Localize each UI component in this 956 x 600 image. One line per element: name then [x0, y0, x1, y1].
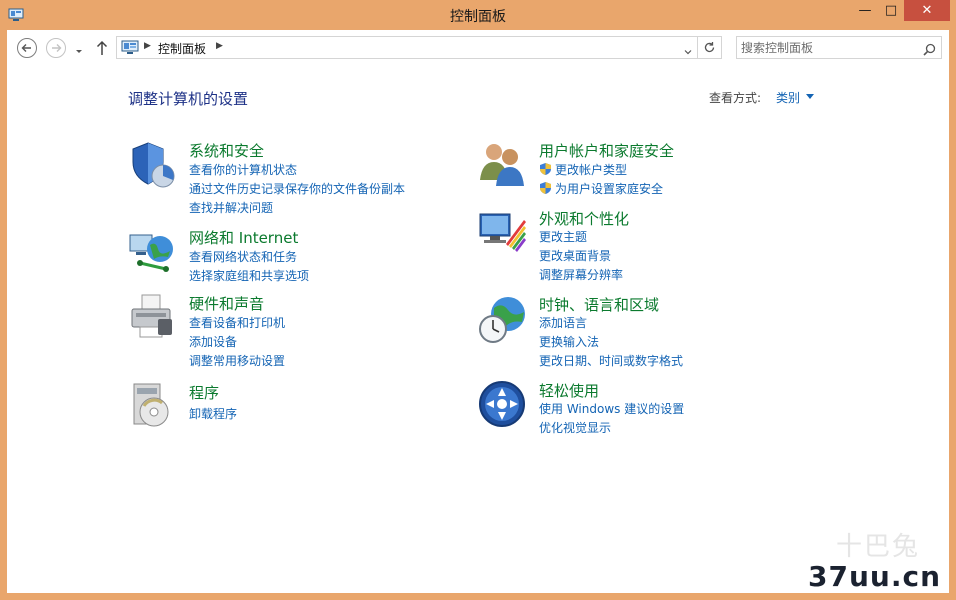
users-icon[interactable] — [478, 140, 528, 190]
refresh-icon — [704, 42, 715, 53]
uac-shield-icon — [539, 181, 552, 198]
breadcrumb-control-panel[interactable]: 控制面板 — [158, 40, 206, 57]
category-link[interactable]: 查找并解决问题 — [189, 199, 273, 216]
view-by-dropdown[interactable]: 类别 — [776, 89, 800, 106]
printer-hardware-icon[interactable] — [128, 293, 178, 343]
category-link[interactable]: 更换输入法 — [539, 333, 599, 350]
category-title[interactable]: 时钟、语言和区域 — [539, 294, 659, 315]
watermark-text: 37uu.cn — [808, 560, 941, 593]
category-link[interactable]: 调整常用移动设置 — [189, 352, 285, 369]
up-arrow-icon — [96, 40, 108, 55]
category-title[interactable]: 轻松使用 — [539, 380, 599, 401]
category-link[interactable]: 优化视觉显示 — [539, 419, 611, 436]
search-input[interactable] — [741, 39, 911, 56]
page-title: 调整计算机的设置 — [128, 90, 249, 108]
view-by-caret-icon[interactable] — [806, 94, 814, 99]
breadcrumb-chevron-icon[interactable]: ▶ — [216, 41, 223, 51]
search-icon[interactable] — [923, 41, 936, 60]
maximize-button[interactable]: □ — [878, 0, 904, 21]
category-link-text[interactable]: 更改帐户类型 — [555, 163, 627, 177]
search-box[interactable] — [736, 36, 942, 59]
category-link[interactable]: 查看网络状态和任务 — [189, 248, 297, 265]
category-link[interactable]: 选择家庭组和共享选项 — [189, 267, 309, 284]
category-title[interactable]: 硬件和声音 — [189, 293, 264, 314]
category-link-text[interactable]: 为用户设置家庭安全 — [555, 182, 663, 196]
category-title[interactable]: 网络和 Internet — [189, 227, 298, 248]
recent-locations-button[interactable] — [73, 42, 85, 54]
forward-arrow-icon — [52, 44, 62, 52]
category-link[interactable]: 查看你的计算机状态 — [189, 161, 297, 178]
back-arrow-icon — [21, 44, 31, 52]
clock-globe-icon[interactable] — [478, 294, 528, 344]
view-by-label: 查看方式: — [709, 91, 762, 105]
address-bar[interactable]: ▶ 控制面板 ▶ — [116, 36, 722, 59]
breadcrumb-separator-icon[interactable]: ▶ — [144, 41, 151, 51]
chevron-down-icon — [76, 50, 82, 53]
up-button[interactable] — [95, 40, 109, 56]
window-title: 控制面板 — [450, 9, 506, 25]
refresh-button[interactable] — [697, 37, 721, 58]
category-title[interactable]: 程序 — [189, 382, 219, 403]
category-link[interactable]: 添加语言 — [539, 314, 587, 331]
category-link[interactable]: 更改日期、时间或数字格式 — [539, 352, 683, 369]
category-title[interactable]: 外观和个性化 — [539, 208, 629, 229]
close-button[interactable]: ✕ — [904, 0, 950, 21]
forward-button[interactable] — [46, 38, 66, 58]
category-link[interactable]: 查看设备和打印机 — [189, 314, 285, 331]
category-link[interactable]: 添加设备 — [189, 333, 237, 350]
address-dropdown-icon[interactable] — [683, 42, 693, 61]
category-link[interactable]: 更改主题 — [539, 228, 587, 245]
uac-shield-icon — [539, 162, 552, 179]
navigation-bar: ▶ 控制面板 ▶ — [7, 30, 949, 66]
network-globe-icon[interactable] — [128, 227, 178, 277]
title-bar[interactable]: 控制面板 — □ ✕ — [0, 0, 956, 30]
minimize-button[interactable]: — — [852, 0, 878, 21]
programs-box-icon[interactable] — [128, 382, 178, 432]
category-link[interactable]: 调整屏幕分辨率 — [539, 266, 623, 283]
control-panel-icon — [121, 40, 139, 59]
category-link[interactable]: 使用 Windows 建议的设置 — [539, 400, 684, 417]
watermark-logo-mark: 十巴兔 — [836, 532, 921, 562]
back-button[interactable] — [17, 38, 37, 58]
category-title[interactable]: 系统和安全 — [189, 140, 264, 161]
ease-of-access-icon[interactable] — [478, 380, 528, 430]
category-link[interactable]: 卸载程序 — [189, 405, 237, 422]
category-title[interactable]: 用户帐户和家庭安全 — [539, 140, 674, 161]
category-link[interactable]: 通过文件历史记录保存你的文件备份副本 — [189, 180, 405, 197]
appearance-monitor-icon[interactable] — [478, 208, 528, 258]
shield-security-icon[interactable] — [128, 140, 178, 190]
category-link[interactable]: 更改帐户类型 — [539, 161, 627, 179]
category-link[interactable]: 为用户设置家庭安全 — [539, 180, 663, 198]
category-link[interactable]: 更改桌面背景 — [539, 247, 611, 264]
